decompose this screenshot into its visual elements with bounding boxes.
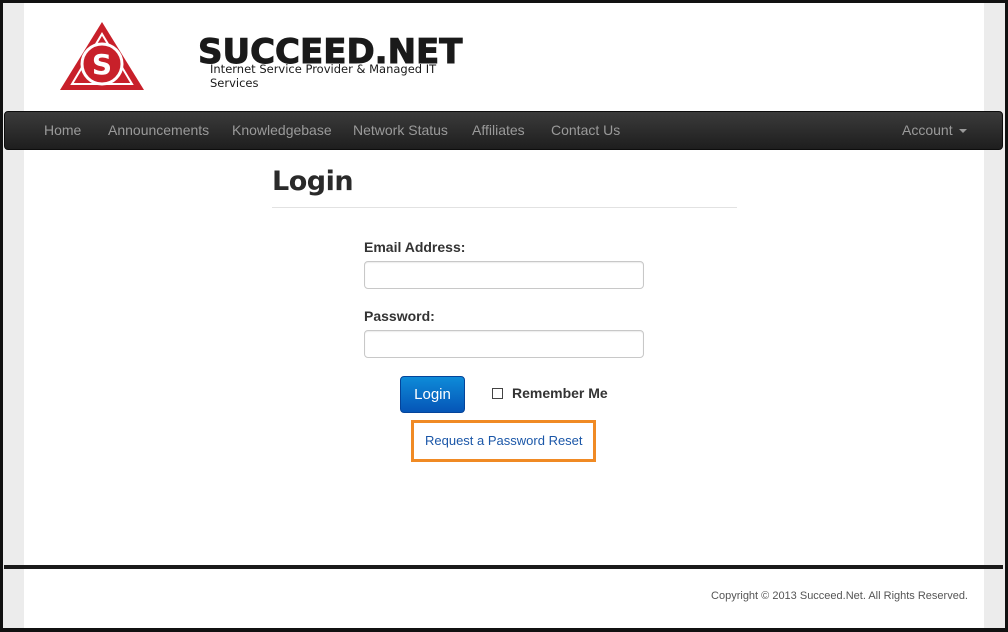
svg-text:S: S: [92, 48, 112, 81]
nav-home[interactable]: Home: [44, 112, 81, 149]
email-field[interactable]: [364, 261, 644, 289]
remember-me-label[interactable]: Remember Me: [512, 385, 608, 401]
login-button[interactable]: Login: [400, 376, 465, 413]
site-logo[interactable]: S SUCCEED.NET Internet Service Provider …: [60, 20, 463, 94]
logo-emblem-icon: S: [60, 22, 144, 90]
copyright-text: Copyright © 2013 Succeed.Net. All Rights…: [711, 590, 968, 602]
nav-affiliates[interactable]: Affiliates: [472, 112, 525, 149]
remember-me-checkbox[interactable]: [492, 388, 503, 399]
password-label: Password:: [364, 308, 435, 324]
page-body: [24, 3, 984, 628]
page-title: Login: [272, 166, 354, 197]
footer-divider: [4, 565, 1003, 569]
caret-down-icon: [958, 129, 967, 134]
nav-account-dropdown[interactable]: Account: [902, 112, 967, 149]
main-navbar: Home Announcements Knowledgebase Network…: [4, 111, 1003, 150]
logo-tagline: Internet Service Provider & Managed IT S…: [210, 62, 437, 90]
nav-knowledgebase[interactable]: Knowledgebase: [232, 112, 332, 149]
password-reset-link[interactable]: Request a Password Reset: [425, 433, 583, 448]
title-divider: [272, 207, 737, 208]
nav-account-label: Account: [902, 122, 953, 138]
nav-contact-us[interactable]: Contact Us: [551, 112, 620, 149]
password-field[interactable]: [364, 330, 644, 358]
nav-announcements[interactable]: Announcements: [108, 112, 209, 149]
email-label: Email Address:: [364, 239, 466, 255]
nav-network-status[interactable]: Network Status: [353, 112, 448, 149]
